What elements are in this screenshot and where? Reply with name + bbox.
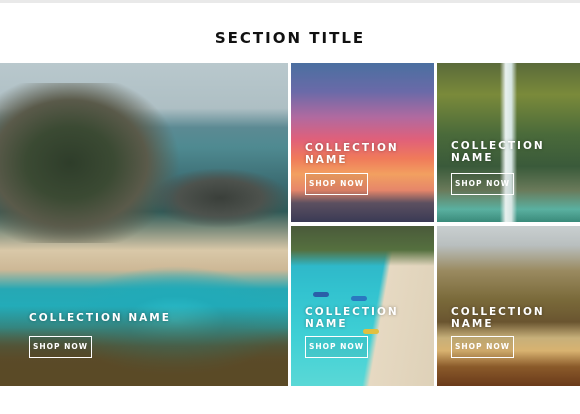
- collection-name: COLLECTION NAME: [451, 306, 545, 330]
- collection-grid: COLLECTION NAME SHOP NOW COLLECTION NAME…: [0, 63, 580, 386]
- collection-card-autumn[interactable]: COLLECTION NAME SHOP NOW: [437, 226, 580, 386]
- shop-now-button[interactable]: SHOP NOW: [451, 173, 514, 195]
- collection-card-coastal[interactable]: COLLECTION NAME SHOP NOW: [0, 63, 288, 386]
- collection-card-waterfall[interactable]: COLLECTION NAME SHOP NOW: [437, 63, 580, 222]
- collection-card-sunset[interactable]: COLLECTION NAME SHOP NOW: [291, 63, 434, 222]
- collection-card-beach[interactable]: COLLECTION NAME SHOP NOW: [291, 226, 434, 386]
- shop-now-button[interactable]: SHOP NOW: [305, 336, 368, 358]
- section-title: SECTION TITLE: [214, 29, 366, 47]
- collection-name: COLLECTION NAME: [305, 142, 399, 166]
- collection-name: COLLECTION NAME: [451, 140, 545, 164]
- shop-now-button[interactable]: SHOP NOW: [451, 336, 514, 358]
- collection-name: COLLECTION NAME: [29, 312, 171, 324]
- top-divider: [0, 0, 580, 3]
- shop-now-button[interactable]: SHOP NOW: [305, 173, 368, 195]
- collection-name: COLLECTION NAME: [305, 306, 399, 330]
- shop-now-button[interactable]: SHOP NOW: [29, 336, 92, 358]
